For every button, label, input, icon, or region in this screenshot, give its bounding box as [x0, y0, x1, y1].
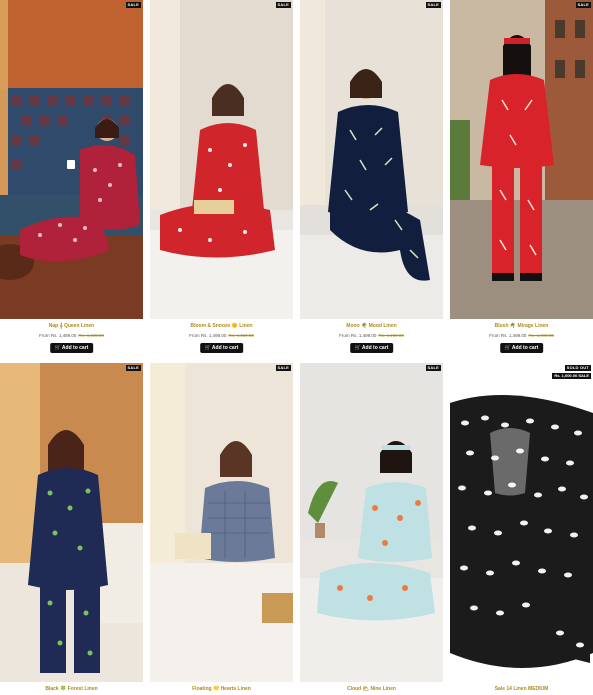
cart-icon: 🛒: [354, 345, 361, 351]
product-title[interactable]: Sale 14 Linen MEDIUM: [450, 686, 593, 692]
price-compare: Rs. 4,499.00: [378, 333, 404, 338]
add-to-cart-label: Add to cart: [511, 345, 539, 351]
product-image[interactable]: [300, 0, 443, 319]
product-price: From Rs. 1,499.00 Rs. 4,499.00: [0, 333, 143, 338]
add-to-cart-button[interactable]: 🛒Add to cart: [349, 343, 394, 353]
product-image[interactable]: [150, 363, 293, 682]
sale-badge: SALE: [425, 365, 441, 371]
product-title[interactable]: Blush 🌴 Mirage Linen: [450, 323, 593, 329]
sale-badge: SALE: [575, 2, 591, 8]
add-to-cart-button[interactable]: 🛒Add to cart: [499, 343, 544, 353]
product-title[interactable]: Cloud 🌥 Nine Linen: [300, 686, 443, 692]
product-image[interactable]: [450, 0, 593, 319]
sale-badge: SALE: [275, 2, 291, 8]
product-image[interactable]: [450, 363, 593, 682]
product-title[interactable]: Nap 𝄞 Queen Linen: [0, 323, 143, 329]
product-title[interactable]: Floating 💛 Hearts Linen: [150, 686, 293, 692]
price-compare: Rs. 4,499.00: [528, 333, 554, 338]
add-to-cart-label: Add to cart: [211, 345, 239, 351]
product-title[interactable]: Bloom & Snooze 🌼 Linen: [150, 323, 293, 329]
add-to-cart-button[interactable]: 🛒Add to cart: [199, 343, 244, 353]
price-current: From Rs. 1,499.00: [489, 333, 527, 338]
add-to-cart-button[interactable]: 🛒Add to cart: [49, 343, 94, 353]
sale-badge: SALE: [125, 365, 141, 371]
add-to-cart-label: Add to cart: [361, 345, 389, 351]
cart-icon: 🛒: [204, 345, 211, 351]
sale-price-badge: Rs. 1,000.00 SALE: [552, 373, 591, 379]
sale-badge: SALE: [275, 365, 291, 371]
product-image[interactable]: [300, 363, 443, 682]
product-image[interactable]: SALE: [0, 0, 143, 319]
product-price: From Rs. 1,499.00 Rs. 4,499.00: [150, 333, 293, 338]
product-grid: SALE Nap 𝄞 Queen Linen From Rs. 1,499.00…: [0, 0, 593, 695]
add-to-cart-label: Add to cart: [61, 345, 89, 351]
product-price: From Rs. 1,499.00 Rs. 4,499.00: [300, 333, 443, 338]
price-compare: Rs. 4,499.00: [228, 333, 254, 338]
product-title[interactable]: Black 🍀 Forest Linen: [0, 686, 143, 692]
price-current: From Rs. 1,499.00: [189, 333, 227, 338]
cart-icon: 🛒: [54, 345, 61, 351]
product-image[interactable]: [150, 0, 293, 319]
sale-badge: SALE: [125, 2, 141, 8]
product-price: From Rs. 1,499.00 Rs. 4,499.00: [450, 333, 593, 338]
sold-out-badge: SOLD OUT: [564, 365, 591, 371]
price-compare: Rs. 4,499.00: [78, 333, 104, 338]
sale-badge: SALE: [425, 2, 441, 8]
cart-icon: 🛒: [504, 345, 511, 351]
product-image[interactable]: [0, 363, 143, 682]
product-title[interactable]: Mono 🌴 Mood Linen: [300, 323, 443, 329]
price-current: From Rs. 1,499.00: [339, 333, 377, 338]
price-current: From Rs. 1,499.00: [39, 333, 77, 338]
